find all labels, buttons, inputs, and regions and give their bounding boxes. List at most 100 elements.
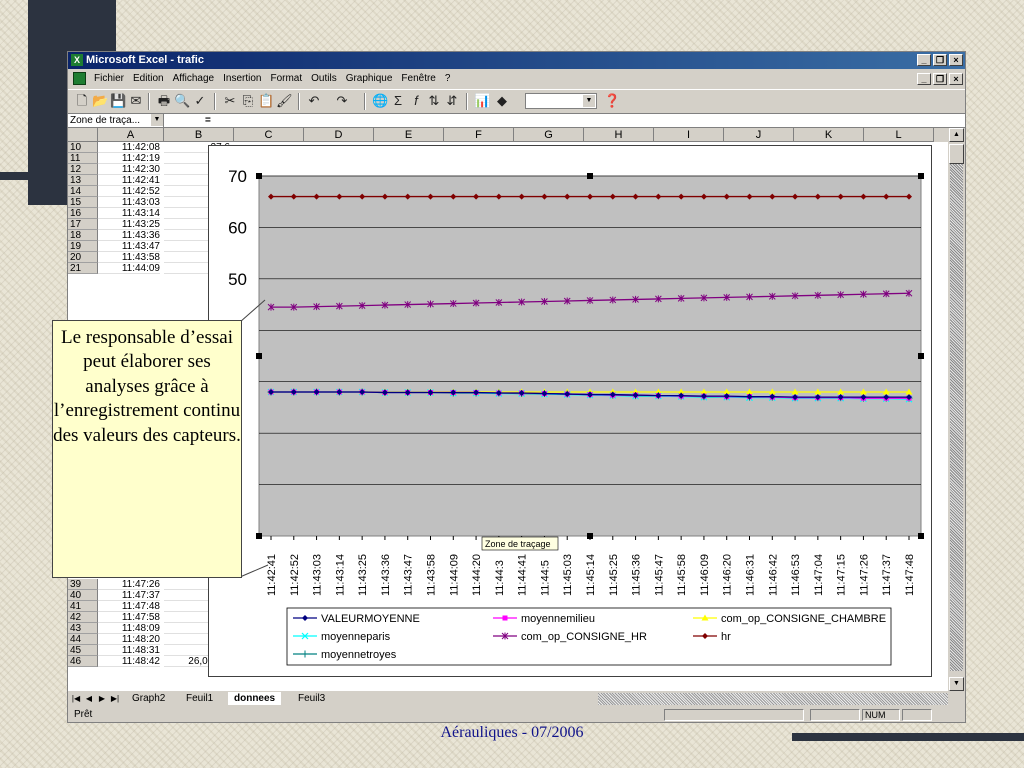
autosum-icon[interactable]: Σ: [390, 93, 406, 109]
menu-item[interactable]: Graphique: [346, 69, 393, 89]
row-header[interactable]: 40: [68, 590, 98, 601]
row-header[interactable]: 14: [68, 186, 98, 197]
sheet-tab[interactable]: Graph2: [126, 692, 171, 705]
spelling-icon[interactable]: ✓: [192, 93, 208, 109]
column-header[interactable]: H: [584, 128, 654, 142]
column-header[interactable]: A: [98, 128, 164, 142]
cut-icon[interactable]: ✂: [222, 93, 238, 109]
line-chart[interactable]: 70 60 50 11:42:41 11:42:52 11:43:03 11:43:14 11…: [208, 145, 932, 677]
scroll-thumb[interactable]: [949, 144, 964, 164]
paste-icon[interactable]: 📋: [258, 93, 274, 109]
cell[interactable]: 11:44:09: [98, 263, 160, 274]
format-painter-icon[interactable]: 🖌: [276, 93, 293, 109]
cell[interactable]: 11:42:30: [98, 164, 160, 175]
menu-item[interactable]: Fichier: [94, 69, 124, 89]
column-header[interactable]: E: [374, 128, 444, 142]
row-header[interactable]: 13: [68, 175, 98, 186]
row-header[interactable]: 42: [68, 612, 98, 623]
doc-restore-button[interactable]: ❐: [933, 73, 947, 85]
sort-ascending-icon[interactable]: ⇅: [426, 93, 442, 109]
row-header[interactable]: 17: [68, 219, 98, 230]
row-header[interactable]: 18: [68, 230, 98, 241]
column-header[interactable]: C: [234, 128, 304, 142]
column-header[interactable]: L: [864, 128, 934, 142]
restore-button[interactable]: ❐: [933, 54, 947, 66]
doc-minimize-button[interactable]: _: [917, 73, 931, 85]
cell[interactable]: 11:48:42: [98, 656, 160, 667]
row-header[interactable]: 12: [68, 164, 98, 175]
cell[interactable]: 11:43:58: [98, 252, 160, 263]
cell[interactable]: 11:47:58: [98, 612, 160, 623]
help-icon[interactable]: ❓: [604, 93, 620, 109]
zoom-select[interactable]: ▼: [525, 93, 597, 109]
row-header[interactable]: 46: [68, 656, 98, 667]
cell[interactable]: 11:43:14: [98, 208, 160, 219]
redo-icon[interactable]: ↷: [334, 93, 350, 109]
column-header[interactable]: F: [444, 128, 514, 142]
row-header[interactable]: 11: [68, 153, 98, 164]
menu-item[interactable]: Format: [270, 69, 302, 89]
open-icon[interactable]: 📂: [92, 93, 108, 109]
vertical-scrollbar[interactable]: ▲ ▼: [948, 128, 965, 691]
cell[interactable]: 11:42:19: [98, 153, 160, 164]
cell[interactable]: 11:47:48: [98, 601, 160, 612]
email-icon[interactable]: ✉: [128, 93, 144, 109]
doc-close-button[interactable]: ×: [949, 73, 963, 85]
name-box[interactable]: Zone de traça... ▼: [68, 114, 164, 127]
row-header[interactable]: 39: [68, 579, 98, 590]
cell[interactable]: 11:42:41: [98, 175, 160, 186]
chart-wizard-icon[interactable]: 📊: [474, 93, 490, 109]
column-header[interactable]: G: [514, 128, 584, 142]
sheet-tab[interactable]: donnees: [228, 692, 282, 705]
next-sheet-icon[interactable]: ▶: [96, 693, 108, 705]
sheet-tab[interactable]: Feuil1: [180, 692, 219, 705]
cell[interactable]: 11:48:09: [98, 623, 160, 634]
row-header[interactable]: 21: [68, 263, 98, 274]
prev-sheet-icon[interactable]: ◀: [83, 693, 95, 705]
column-header[interactable]: K: [794, 128, 864, 142]
cell[interactable]: 11:48:20: [98, 634, 160, 645]
menu-item[interactable]: Fenêtre: [401, 69, 435, 89]
cell[interactable]: 11:43:25: [98, 219, 160, 230]
select-all-corner[interactable]: [68, 128, 98, 142]
column-header[interactable]: J: [724, 128, 794, 142]
sort-descending-icon[interactable]: ⇵: [444, 93, 460, 109]
row-header[interactable]: 15: [68, 197, 98, 208]
cell[interactable]: 11:47:26: [98, 579, 160, 590]
cell[interactable]: 11:42:08: [98, 142, 160, 153]
cell[interactable]: 11:43:47: [98, 241, 160, 252]
menu-item[interactable]: Edition: [133, 69, 164, 89]
first-sheet-icon[interactable]: |◀: [70, 693, 82, 705]
row-header[interactable]: 16: [68, 208, 98, 219]
hyperlink-icon[interactable]: 🌐: [372, 93, 388, 109]
row-header[interactable]: 45: [68, 645, 98, 656]
scroll-track[interactable]: [950, 156, 963, 671]
scroll-up-button[interactable]: ▲: [949, 128, 964, 142]
minimize-button[interactable]: _: [917, 54, 931, 66]
row-header[interactable]: 20: [68, 252, 98, 263]
drawing-icon[interactable]: ◆: [494, 93, 510, 109]
title-bar[interactable]: X Microsoft Excel - trafic _ ❐ ×: [68, 52, 965, 69]
row-header[interactable]: 44: [68, 634, 98, 645]
new-icon[interactable]: 🗋: [74, 93, 90, 109]
last-sheet-icon[interactable]: ▶|: [109, 693, 121, 705]
workbook-icon[interactable]: [73, 72, 86, 85]
menu-item[interactable]: Affichage: [173, 69, 215, 89]
save-icon[interactable]: 💾: [110, 93, 126, 109]
row-header[interactable]: 10: [68, 142, 98, 153]
print-icon[interactable]: 🖶: [156, 93, 172, 109]
cell[interactable]: 11:48:31: [98, 645, 160, 656]
column-header[interactable]: B: [164, 128, 234, 142]
cell[interactable]: 11:47:37: [98, 590, 160, 601]
close-button[interactable]: ×: [949, 54, 963, 66]
cell[interactable]: 11:42:52: [98, 186, 160, 197]
sheet-tab[interactable]: Feuil3: [292, 692, 331, 705]
formula-equals[interactable]: =: [205, 114, 211, 127]
column-header[interactable]: D: [304, 128, 374, 142]
row-header[interactable]: 43: [68, 623, 98, 634]
undo-icon[interactable]: ↶: [306, 93, 322, 109]
row-header[interactable]: 41: [68, 601, 98, 612]
menu-item[interactable]: Outils: [311, 69, 337, 89]
function-icon[interactable]: f: [408, 93, 424, 109]
row-header[interactable]: 19: [68, 241, 98, 252]
